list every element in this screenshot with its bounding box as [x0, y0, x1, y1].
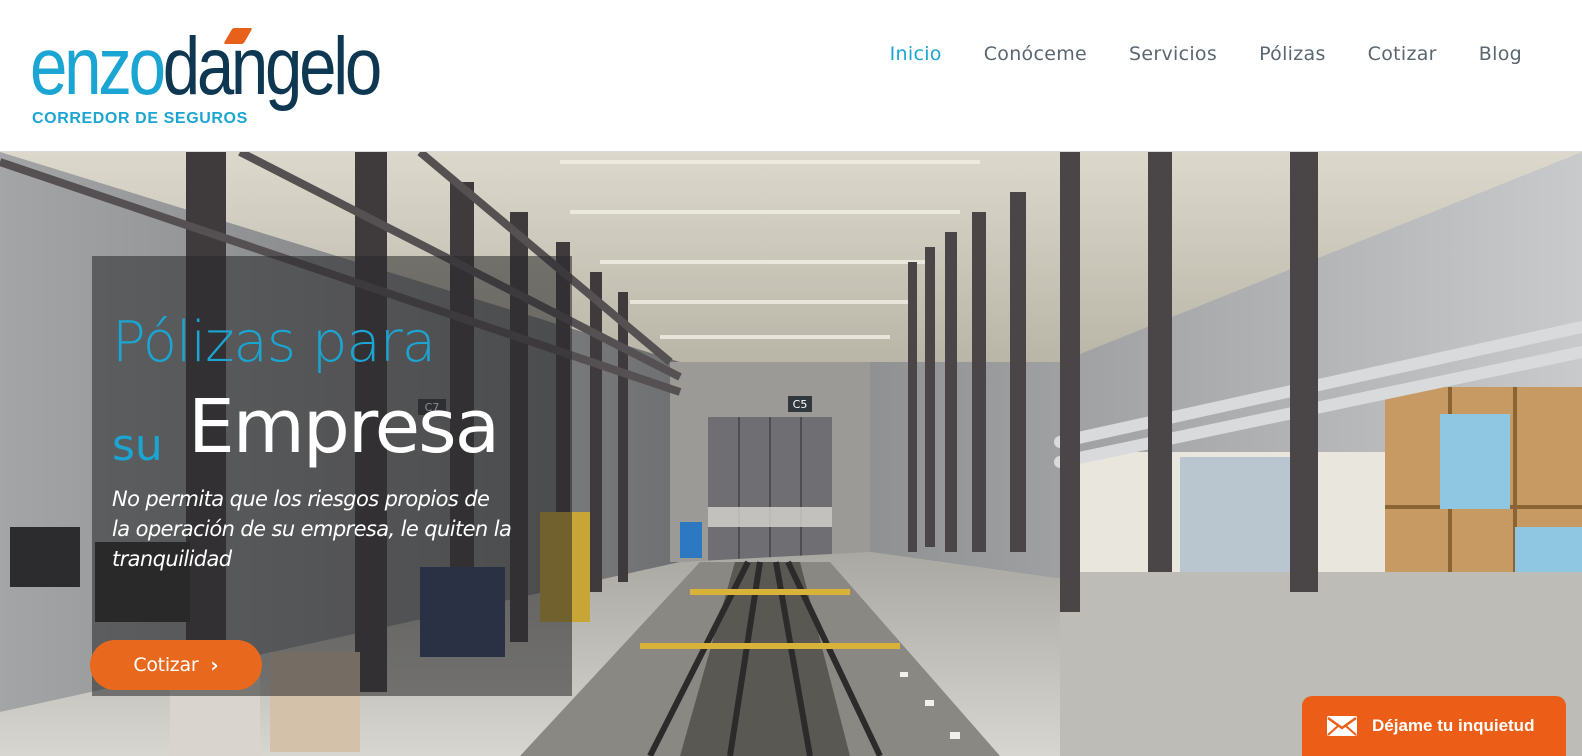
- nav-item-cotizar[interactable]: Cotizar: [1368, 43, 1437, 65]
- hero-title-line1: Pólizas para: [112, 310, 436, 375]
- hero-sign-c5: C5: [793, 398, 808, 411]
- contact-tab-label: Déjame tu inquietud: [1372, 716, 1535, 735]
- cotizar-cta-button[interactable]: Cotizar ›: [90, 640, 262, 690]
- nav-item-blog[interactable]: Blog: [1479, 43, 1522, 65]
- hero-title-line2-prefix: su: [112, 420, 163, 471]
- envelope-icon: [1327, 716, 1357, 736]
- hero-title-line2-main: Empresa: [188, 384, 500, 470]
- contact-tab-button[interactable]: Déjame tu inquietud: [1302, 696, 1566, 756]
- logo-wordmark-part2: dangelo: [162, 21, 383, 112]
- chevron-right-icon: ›: [210, 653, 219, 677]
- nav-item-conoceme[interactable]: Conóceme: [984, 43, 1087, 65]
- logo-wordmark-part1: enzo: [30, 21, 166, 112]
- cotizar-cta-label: Cotizar: [133, 654, 199, 676]
- logo-wordmark: enzodangelo: [30, 26, 382, 108]
- main-navigation: Inicio Conóceme Servicios Pólizas Cotiza…: [848, 38, 1522, 70]
- logo-tagline: CORREDOR DE SEGUROS: [32, 110, 248, 127]
- hero-subtitle: No permita que los riesgos propios de la…: [112, 487, 512, 571]
- nav-item-polizas[interactable]: Pólizas: [1259, 43, 1326, 65]
- site-header: enzodangelo CORREDOR DE SEGUROS Inicio C…: [0, 0, 1582, 152]
- site-logo[interactable]: enzodangelo CORREDOR DE SEGUROS: [30, 26, 382, 130]
- hero-section: C7 C5 Pólizas para su Empresa No permita…: [0, 152, 1582, 756]
- nav-item-inicio[interactable]: Inicio: [890, 43, 942, 65]
- nav-item-servicios[interactable]: Servicios: [1129, 43, 1217, 65]
